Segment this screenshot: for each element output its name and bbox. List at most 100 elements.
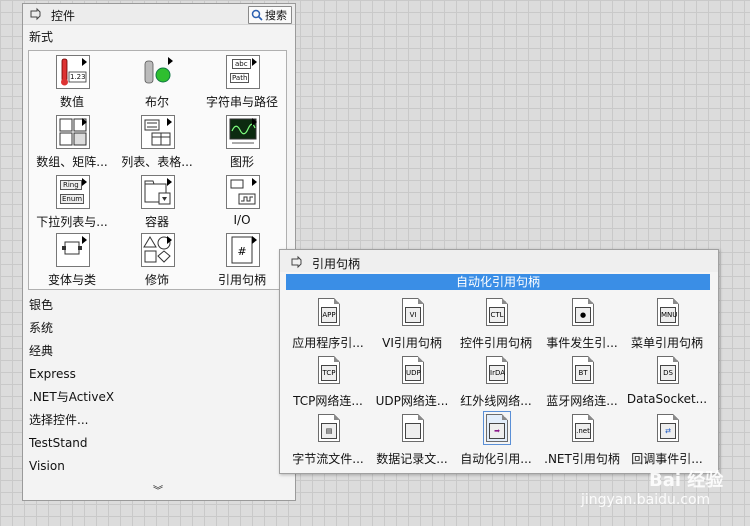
tile-refnum[interactable]: # 引用句柄: [199, 231, 285, 291]
menu-refnum-icon: MNU: [657, 298, 679, 326]
tile-string-path[interactable]: abc Path 字符串与路径: [199, 53, 285, 113]
boolean-icon: [141, 55, 175, 89]
tile-list-table[interactable]: 列表、表格...: [114, 113, 200, 173]
item-vi-refnum[interactable]: VI VI引用句柄: [369, 296, 455, 354]
tile-label: 数值: [59, 95, 84, 109]
category-system[interactable]: 系统: [29, 319, 114, 342]
category-dotnet-activex[interactable]: .NET与ActiveX: [29, 388, 114, 411]
search-label: 搜索: [265, 9, 287, 22]
palette-grid: 1.23 数值 布尔 abc Path 字符串与路径 数组、矩阵... 列表、表…: [28, 50, 287, 290]
enum-glyph: Enum: [60, 194, 85, 204]
udp-refnum-icon: UDP: [402, 356, 424, 384]
io-icon: [226, 175, 260, 209]
item-label: 自动化引用...: [460, 452, 532, 466]
svg-text:#: #: [237, 245, 246, 258]
array-icon: [56, 115, 90, 149]
string-glyph: abc: [232, 59, 251, 69]
category-silver[interactable]: 银色: [29, 296, 114, 319]
control-refnum-icon: CTL: [486, 298, 508, 326]
refnum-subpalette: 引用句柄 自动化引用句柄 APP 应用程序引... VI VI引用句柄 CTL …: [279, 249, 719, 474]
tile-io[interactable]: I/O: [199, 173, 285, 233]
tile-array-matrix[interactable]: 数组、矩阵...: [29, 113, 115, 173]
palette-title: 控件: [51, 9, 76, 23]
container-icon: [141, 175, 175, 209]
bytestream-refnum-icon: ▤: [318, 414, 340, 442]
item-automation-refnum[interactable]: ➡ 自动化引用...: [453, 411, 539, 470]
item-label: 蓝牙网络连...: [546, 394, 618, 408]
tile-label: I/O: [233, 213, 251, 227]
section-header-modern[interactable]: 新式: [29, 28, 53, 45]
item-label: 红外线网络...: [460, 394, 532, 408]
datalog-refnum-icon: [402, 414, 424, 442]
item-control-refnum[interactable]: CTL 控件引用句柄: [453, 296, 539, 354]
subpalette-title: 引用句柄: [312, 257, 361, 271]
tile-numeric[interactable]: 1.23 数值: [29, 53, 115, 113]
ring-glyph: Ring: [60, 180, 82, 190]
ring-enum-icon: Ring Enum: [56, 175, 90, 209]
expand-more-icon[interactable]: ︾: [153, 482, 163, 497]
bluetooth-refnum-icon: BT: [572, 356, 594, 384]
item-datasocket-refnum[interactable]: DS DataSocket...: [624, 354, 710, 412]
item-udp-refnum[interactable]: UDP UDP网络连...: [369, 354, 455, 412]
item-label: UDP网络连...: [375, 394, 449, 408]
item-irda-refnum[interactable]: IrDA 红外线网络...: [453, 354, 539, 412]
watermark-url: jingyan.baidu.com: [581, 492, 711, 508]
item-label: TCP网络连...: [293, 394, 363, 408]
tile-containers[interactable]: 容器: [114, 173, 200, 233]
search-button[interactable]: 搜索: [248, 6, 292, 24]
category-list: 银色 系统 经典 Express .NET与ActiveX 选择控件... Te…: [29, 296, 114, 480]
search-icon: [251, 9, 263, 21]
item-tcp-refnum[interactable]: TCP TCP网络连...: [285, 354, 371, 412]
decorations-icon: [141, 233, 175, 267]
item-label: 事件发生引...: [546, 336, 618, 350]
item-application-refnum[interactable]: APP 应用程序引...: [285, 296, 371, 354]
pin-icon[interactable]: [29, 7, 43, 21]
tile-graph[interactable]: 图形: [199, 113, 285, 173]
item-label: VI引用句柄: [382, 336, 442, 350]
list-table-icon: [141, 115, 175, 149]
path-glyph: Path: [230, 73, 250, 83]
subpalette-header: 自动化引用句柄: [286, 274, 710, 290]
tile-ring-enum[interactable]: Ring Enum 下拉列表与...: [29, 173, 115, 233]
variant-icon: [56, 233, 90, 267]
tile-label: 修饰: [144, 273, 169, 287]
watermark-logo: Bai 经验: [649, 470, 724, 491]
item-bytestream-refnum[interactable]: ▤ 字节流文件...: [285, 412, 371, 470]
tile-label: 数组、矩阵...: [36, 155, 108, 169]
tile-label: 变体与类: [47, 273, 96, 287]
tile-label: 图形: [229, 155, 254, 169]
controls-palette: 控件 搜索 新式 1.23 数值 布尔 abc Path 字符串与路径 数组、矩…: [22, 3, 296, 501]
item-bluetooth-refnum[interactable]: BT 蓝牙网络连...: [539, 354, 625, 412]
irda-refnum-icon: IrDA: [486, 356, 508, 384]
item-label: 字节流文件...: [292, 452, 364, 466]
occurrence-refnum-icon: ●: [572, 298, 594, 326]
palette-titlebar[interactable]: 控件 搜索: [23, 4, 295, 25]
tile-variant-class[interactable]: 变体与类: [29, 231, 115, 291]
application-refnum-icon: APP: [318, 298, 340, 326]
category-express[interactable]: Express: [29, 365, 114, 388]
category-teststand[interactable]: TestStand: [29, 434, 114, 457]
tcp-refnum-icon: TCP: [318, 356, 340, 384]
tile-label: 容器: [144, 215, 169, 229]
item-label: 控件引用句柄: [459, 336, 532, 350]
dotnet-refnum-icon: .net: [572, 414, 594, 442]
pin-icon[interactable]: [290, 255, 304, 269]
baidu-jingyan-watermark: Bai 经验 jingyan.baidu.com: [571, 462, 741, 520]
item-occurrence-refnum[interactable]: ● 事件发生引...: [539, 296, 625, 354]
subpalette-titlebar[interactable]: 引用句柄: [280, 250, 718, 272]
category-select-controls[interactable]: 选择控件...: [29, 411, 114, 434]
tile-decorations[interactable]: 修饰: [114, 231, 200, 291]
callback-refnum-icon: ⇄: [657, 414, 679, 442]
item-menu-refnum[interactable]: MNU 菜单引用句柄: [624, 296, 710, 354]
item-datalog-refnum[interactable]: 数据记录文...: [369, 412, 455, 470]
tile-boolean[interactable]: 布尔: [114, 53, 200, 113]
graph-icon: [226, 115, 260, 149]
category-vision[interactable]: Vision: [29, 457, 114, 480]
numeric-readout: 1.23: [70, 73, 86, 81]
numeric-icon: 1.23: [56, 55, 90, 89]
string-path-icon: abc Path: [226, 55, 260, 89]
tile-label: 列表、表格...: [121, 155, 193, 169]
category-classic[interactable]: 经典: [29, 342, 114, 365]
item-label: 数据记录文...: [376, 452, 448, 466]
item-label: 菜单引用句柄: [630, 336, 703, 350]
